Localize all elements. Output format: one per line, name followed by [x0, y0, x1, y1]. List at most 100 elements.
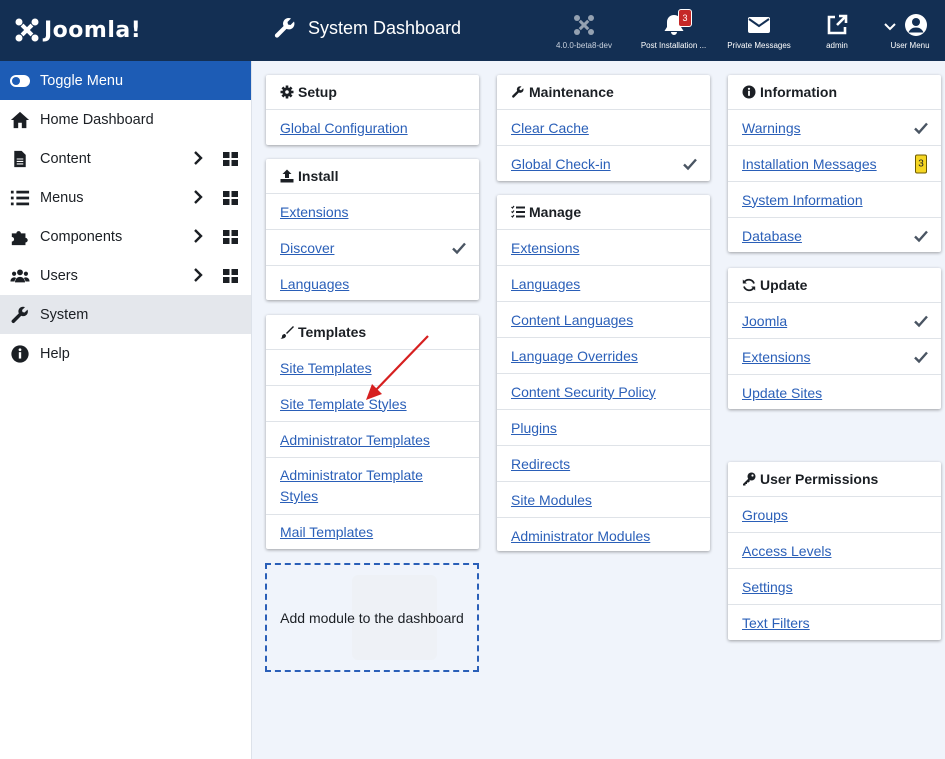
envelope-icon — [748, 17, 770, 33]
installation-messages-link[interactable]: Installation Messages — [742, 156, 877, 172]
list-item[interactable]: Administrator Templates — [266, 421, 479, 457]
sidebar-item-label: System — [40, 306, 89, 323]
chevron-right-icon[interactable] — [189, 227, 207, 245]
wrench-icon — [9, 304, 31, 326]
sidebar-item-help[interactable]: Help — [0, 334, 251, 373]
list-item[interactable]: Language Overrides — [497, 337, 710, 373]
extensions-update-link[interactable]: Extensions — [742, 349, 810, 365]
list-item[interactable]: Discover — [266, 229, 479, 265]
mail-templates-link[interactable]: Mail Templates — [280, 524, 373, 540]
plugins-link[interactable]: Plugins — [511, 420, 557, 436]
user-menu-label: User Menu — [890, 41, 930, 50]
sidebar-item-users[interactable]: Users — [0, 256, 251, 295]
dashboard-grid-icon[interactable] — [222, 150, 239, 167]
dashboard-grid-icon[interactable] — [222, 228, 239, 245]
card-header: Setup — [266, 75, 479, 109]
list-item[interactable]: Text Filters — [728, 604, 941, 640]
content-security-policy-link[interactable]: Content Security Policy — [511, 384, 656, 400]
list-item[interactable]: Mail Templates — [266, 514, 479, 549]
list-item[interactable]: Settings — [728, 568, 941, 604]
sidebar-item-toggle-menu[interactable]: Toggle Menu — [0, 61, 251, 100]
version-item[interactable]: 4.0.0-beta8-dev — [548, 0, 620, 61]
list-item[interactable]: Installation Messages 3 — [728, 145, 941, 181]
administrator-templates-link[interactable]: Administrator Templates — [280, 432, 430, 448]
sidebar-item-label: Components — [40, 228, 123, 245]
upload-icon — [280, 169, 294, 183]
list-item[interactable]: Update Sites — [728, 374, 941, 410]
list-item[interactable]: Plugins — [497, 409, 710, 445]
list-item[interactable]: Extensions — [728, 338, 941, 374]
post-installation-item[interactable]: 3 Post Installation ... — [637, 0, 710, 61]
list-item[interactable]: Access Levels — [728, 532, 941, 568]
list-item[interactable]: Database — [728, 217, 941, 253]
sidebar-item-system[interactable]: System — [0, 295, 251, 334]
sidebar-item-content[interactable]: Content — [0, 139, 251, 178]
logo-text: Joomla! — [44, 17, 142, 43]
list-item[interactable]: Site Templates — [266, 349, 479, 385]
site-modules-link[interactable]: Site Modules — [511, 492, 592, 508]
list-item[interactable]: Content Security Policy — [497, 373, 710, 409]
add-module-button[interactable]: Add module to the dashboard — [265, 563, 479, 672]
joomla-logo[interactable]: Joomla! — [14, 14, 141, 46]
joomla-update-link[interactable]: Joomla — [742, 313, 787, 329]
card-title: Maintenance — [529, 84, 614, 100]
content-languages-link[interactable]: Content Languages — [511, 312, 633, 328]
list-item[interactable]: Joomla — [728, 302, 941, 338]
install-extensions-link[interactable]: Extensions — [280, 204, 348, 220]
list-item[interactable]: Languages — [266, 265, 479, 301]
sidebar-item-label: Help — [40, 345, 70, 362]
sync-icon — [742, 278, 756, 292]
manage-languages-link[interactable]: Languages — [511, 276, 580, 292]
clear-cache-link[interactable]: Clear Cache — [511, 120, 589, 136]
text-filters-link[interactable]: Text Filters — [742, 615, 810, 631]
list-item[interactable]: Extensions — [266, 193, 479, 229]
external-link-icon — [827, 14, 848, 35]
list-item[interactable]: Redirects — [497, 445, 710, 481]
sidebar-item-menus[interactable]: Menus — [0, 178, 251, 217]
admin-site-item[interactable]: admin — [812, 0, 862, 61]
list-item[interactable]: Administrator Modules — [497, 517, 710, 553]
list-item[interactable]: Site Template Styles — [266, 385, 479, 421]
list-item[interactable]: Site Modules — [497, 481, 710, 517]
sidebar-item-home-dashboard[interactable]: Home Dashboard — [0, 100, 251, 139]
list-item[interactable]: Content Languages — [497, 301, 710, 337]
file-icon — [9, 148, 31, 170]
dashboard-grid-icon[interactable] — [222, 267, 239, 284]
chevron-right-icon[interactable] — [189, 149, 207, 167]
administrator-modules-link[interactable]: Administrator Modules — [511, 528, 650, 544]
update-sites-link[interactable]: Update Sites — [742, 385, 822, 401]
site-template-styles-link[interactable]: Site Template Styles — [280, 396, 407, 412]
language-overrides-link[interactable]: Language Overrides — [511, 348, 638, 364]
list-item[interactable]: Global Check-in — [497, 145, 710, 181]
access-levels-link[interactable]: Access Levels — [742, 543, 831, 559]
install-languages-link[interactable]: Languages — [280, 276, 349, 292]
chevron-right-icon[interactable] — [189, 266, 207, 284]
site-templates-link[interactable]: Site Templates — [280, 360, 372, 376]
redirects-link[interactable]: Redirects — [511, 456, 570, 472]
dashboard-grid-icon[interactable] — [222, 189, 239, 206]
sidebar-item-components[interactable]: Components — [0, 217, 251, 256]
database-link[interactable]: Database — [742, 228, 802, 244]
list-item[interactable]: Extensions — [497, 229, 710, 265]
list-item[interactable]: Warnings — [728, 109, 941, 145]
puzzle-icon — [9, 226, 31, 248]
user-menu-item[interactable]: User Menu — [880, 0, 940, 61]
global-configuration-link[interactable]: Global Configuration — [280, 120, 408, 136]
list-item[interactable]: Administrator Template Styles — [266, 457, 479, 514]
list-item[interactable]: Groups — [728, 496, 941, 532]
list-item[interactable]: Global Configuration — [266, 109, 479, 145]
manage-extensions-link[interactable]: Extensions — [511, 240, 579, 256]
list-item[interactable]: Clear Cache — [497, 109, 710, 145]
warnings-link[interactable]: Warnings — [742, 120, 801, 136]
list-item[interactable]: Languages — [497, 265, 710, 301]
system-information-link[interactable]: System Information — [742, 192, 863, 208]
discover-link[interactable]: Discover — [280, 240, 334, 256]
settings-link[interactable]: Settings — [742, 579, 793, 595]
chevron-right-icon[interactable] — [189, 188, 207, 206]
administrator-template-styles-link[interactable]: Administrator Template Styles — [280, 465, 439, 507]
list-item[interactable]: System Information — [728, 181, 941, 217]
groups-link[interactable]: Groups — [742, 507, 788, 523]
global-check-in-link[interactable]: Global Check-in — [511, 156, 611, 172]
card-header: Templates — [266, 315, 479, 349]
private-messages-item[interactable]: Private Messages — [722, 0, 796, 61]
